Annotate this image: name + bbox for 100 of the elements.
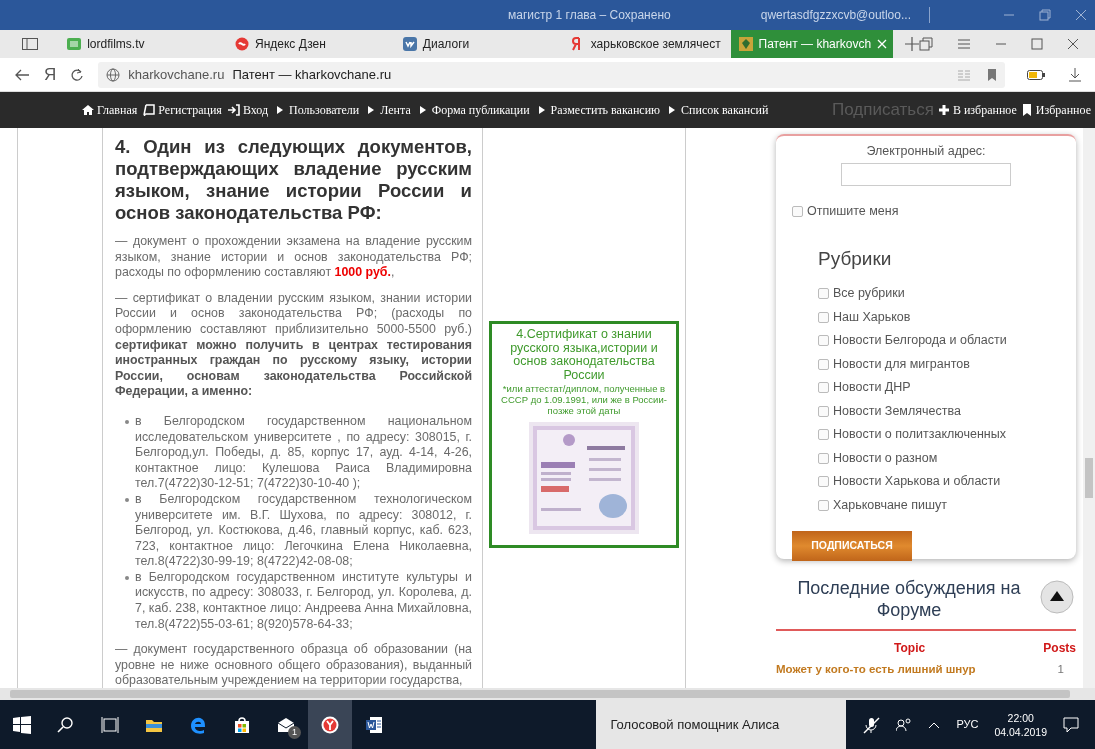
checkbox-label: Отпишите меня [807,203,899,221]
checkbox[interactable] [818,405,829,417]
checkbox[interactable] [818,429,829,440]
browser-logo[interactable]: Я [44,61,57,88]
close-icon[interactable] [1075,9,1087,21]
field-label: Электронный адрес: [865,143,987,160]
maximize-icon[interactable] [1031,38,1043,50]
list-item-text: в Белгородском государственном национальном исследовательском университете , по адресу: 308015, г. Белгород,ул. Победы, д. 85, корпус 17, ауд. 4-14, 4-26, контактное лицо: Кулешова Раиса Владимировна тел.7(4722)30-12-51; 7(4722)30-10-40 ); [135,413,472,492]
horizontal-scrollbar[interactable] [0,688,1095,700]
bullet-icon [125,575,129,580]
restore-icon[interactable] [1039,9,1051,21]
domain-text: kharkovchane.ru [128,65,225,84]
browser-tab[interactable]: Яндекс Дзен [227,30,395,58]
nav-link[interactable]: Форма публикации [416,101,530,119]
browser-tab[interactable]: харьковское землячест [562,30,731,58]
nav-link[interactable]: Разместить вакансию [535,101,661,119]
category-label: Новости ДНР [833,379,911,397]
taskbar-app[interactable]: 1 [264,700,308,749]
nav-link[interactable]: Лента [365,101,411,119]
book-icon [143,104,156,116]
taskbar-app[interactable] [308,700,352,749]
bullet-icon [125,497,129,502]
nav-link[interactable]: Избранное [1020,101,1091,119]
task-view-icon[interactable] [101,715,119,734]
people-icon[interactable] [896,717,913,732]
checkbox[interactable] [792,206,803,217]
plus-icon [937,104,950,116]
language-indicator[interactable]: РУС [956,716,979,733]
tabs-icon[interactable] [919,37,933,51]
column-header: Posts [1043,640,1076,657]
checkbox[interactable] [818,499,829,511]
nav-link[interactable]: Регистрация [143,101,222,119]
browser-tab[interactable]: Диалоги [394,30,563,58]
windows-icon[interactable] [13,715,31,734]
assistant-field[interactable]: Голосовой помощник Алиса [596,700,847,749]
chevron-up-icon[interactable] [928,720,941,729]
back-icon[interactable] [14,67,30,82]
checkbox[interactable] [818,476,829,487]
nav-link[interactable]: Пользователи [274,101,360,119]
checkbox[interactable] [818,288,829,299]
bag-icon [233,715,251,734]
nav-link[interactable]: Главная [82,101,138,119]
email-field[interactable] [841,162,1011,186]
category-label: Новости о разном [833,449,938,467]
bookmark-icon[interactable] [987,68,997,81]
nav-link[interactable]: В избранное [937,101,1017,119]
checkbox[interactable] [818,382,829,393]
nav-link[interactable]: Вход [227,101,269,119]
scroll-top-button[interactable] [1040,580,1074,614]
bookmark-icon [1020,104,1033,116]
categories-heading: Рубрики [818,247,893,272]
checkbox[interactable] [818,311,829,323]
home-icon [82,104,94,116]
checkbox[interactable] [818,452,829,464]
site-icon [235,37,249,51]
window-title: магистр 1 глава – Сохранено [508,7,671,24]
site-icon [738,37,753,51]
figure-title: 4.Сертификат о знании русского языка,истории и основ законодательства России [509,328,659,382]
browser-icon [321,715,339,734]
clock[interactable]: 22:00 04.04.2019 [994,710,1047,739]
category-label: Харьковчане пишут [833,496,947,514]
search-icon[interactable] [57,715,75,734]
article-paragraph: — сертификат о владении русским языком, знании истории России и основ законодательства РФ; (расходы по оформлению составляют приблизительно 5000-5500 руб.) сертификат можно получить в центрах тестирования иностранных граждан по русскому языку, истории России, основам законодательства Российской Федерации, а именно: [115,290,472,400]
category-label: Новости о политзаключенных [833,426,1006,444]
category-label: Новости Белгорода и области [833,332,1007,350]
account-name[interactable]: qwertasdfgzzxcvb@outloo... [760,6,911,24]
article-heading: 4. Один из следующих документов, подтверждающих владение русским языком, знание истории России и основ законодательства РФ: [115,136,472,224]
mic-off-icon[interactable] [862,715,881,734]
category-label: Наш Харьков [833,308,911,326]
site-icon [67,37,82,51]
new-tab-icon[interactable] [905,37,919,51]
login-icon [227,104,240,116]
menu-icon[interactable] [957,38,971,50]
notification-badge: 1 [288,726,301,739]
article-paragraph: — документ о прохождении экзамена на владение русским языком, знание истории и основ законодательства РФ; расходы по оформлению составляют 1000 руб., [115,234,472,281]
list-item-text: в Белгородском государственном технологическом университете им. В.Г. Шухова, по адресу: 308012, г. Белгород, ул. Костюкова, д.46, главный корпус, каб. 623, 723, контактное лицо: Легочкина Елена Николаевна, тел.8(4722)30-99-19; 8(4722)42-08-08; [135,491,472,570]
category-label: Новости Харькова и области [833,473,1001,491]
reload-icon[interactable] [70,67,85,82]
checkbox[interactable] [818,335,829,346]
document-icon [365,715,383,734]
sidebar-icon[interactable] [21,38,38,50]
browser-tab[interactable]: lordfilms.tv [59,30,227,58]
clock-date: 04.04.2019 [994,724,1047,739]
table-cell-text: 1 [1057,662,1064,677]
list-item-text: в Белгородском государственном институте культуры и искусств, по адресу: 308033, г. Белгород, ул. Королева, д. 7, каб. 238, контактное лицо: Андреева Анна Михайловна, тел.8(4722)55-03-61; 8(920)578-64-33; [135,569,472,633]
mail-icon [277,715,295,734]
battery-icon[interactable] [1027,69,1045,80]
download-icon[interactable] [1069,67,1081,82]
browser-tab[interactable]: Патент — kharkovch [730,30,893,58]
globe-icon [106,67,121,82]
nav-link[interactable]: Список вакансий [666,101,769,119]
checkbox[interactable] [818,358,829,370]
category-label: Новости для мигрантов [833,355,970,373]
notifications-icon[interactable] [1063,716,1079,733]
column-header: Topic [893,640,927,657]
category-label: Новости Землячества [833,402,961,420]
page-title: Патент — kharkovchane.ru [232,65,392,84]
address-field[interactable]: kharkovchane.ru Патент — kharkovchane.ru [98,61,1005,88]
close-icon[interactable] [1067,38,1079,50]
vertical-scrollbar[interactable] [1083,128,1095,688]
